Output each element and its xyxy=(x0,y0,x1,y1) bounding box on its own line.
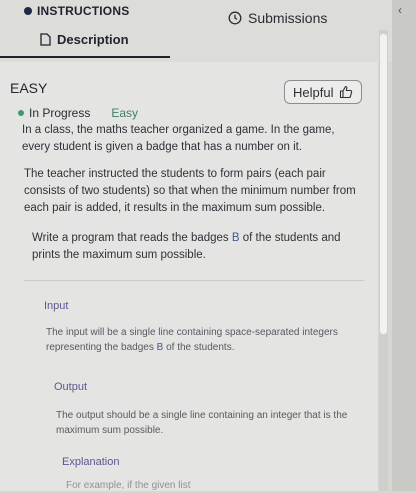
tab-submissions[interactable]: Submissions xyxy=(228,10,327,26)
input-paragraph: The input will be a single line containi… xyxy=(46,325,356,355)
status-row: In Progress Easy xyxy=(18,106,138,120)
scrollbar-thumb[interactable] xyxy=(380,34,387,334)
tab-description-label: Description xyxy=(57,32,129,47)
thumbs-up-icon xyxy=(340,85,353,99)
program-paragraph: Write a program that reads the badges B … xyxy=(32,230,362,264)
status-text: In Progress xyxy=(29,106,91,120)
tab-submissions-label: Submissions xyxy=(248,10,328,26)
input-title: Input xyxy=(44,300,69,312)
status-dot-icon xyxy=(18,110,24,116)
intro-paragraph: In a class, the maths teacher organized … xyxy=(22,124,335,153)
explanation-title: Explanation xyxy=(62,456,120,468)
program-variable: B xyxy=(231,232,240,244)
active-tab-indicator xyxy=(0,56,170,58)
task-paragraph: The teacher instructed the students to f… xyxy=(24,168,356,214)
instructions-label: INSTRUCTIONS xyxy=(37,4,130,18)
level-badge: Easy xyxy=(111,106,139,120)
output-paragraph: The output should be a single line conta… xyxy=(56,410,348,436)
helpful-label: Helpful xyxy=(293,84,334,100)
output-title: Output xyxy=(54,381,88,393)
chevron-left-icon[interactable]: ‹ xyxy=(398,3,402,17)
helpful-button[interactable]: Helpful xyxy=(284,80,363,104)
instructions-heading[interactable]: INSTRUCTIONS xyxy=(24,4,129,18)
program-text-before: Write a program that reads the badges xyxy=(32,232,232,244)
document-icon xyxy=(40,33,51,46)
divider xyxy=(24,280,364,281)
difficulty-title: EASY xyxy=(10,80,48,96)
clock-icon xyxy=(228,11,242,25)
tab-description[interactable]: Description xyxy=(40,32,129,47)
side-panel-edge xyxy=(392,0,416,491)
instructions-dot-icon xyxy=(24,7,32,15)
input-text-after: of the students. xyxy=(163,342,235,353)
